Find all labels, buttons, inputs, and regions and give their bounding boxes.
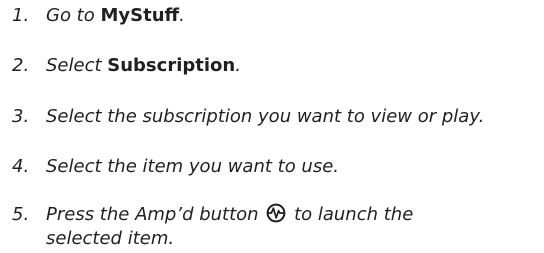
step-number: 4.: [12, 156, 30, 177]
step-number: 5.: [12, 204, 30, 225]
step-suffix: .: [179, 5, 185, 26]
menu-name-mystuff: MyStuff: [100, 5, 180, 26]
step-prefix: Select: [46, 55, 108, 76]
step-suffix: to launch the: [294, 204, 414, 225]
step-text: Go to MyStuff.: [46, 4, 185, 28]
step-text: Select the subscription you want to view…: [46, 106, 485, 127]
step-number: 3.: [12, 106, 30, 127]
step-continuation: selected item.: [46, 228, 175, 249]
step-suffix: .: [235, 55, 241, 76]
step-number: 2.: [12, 55, 30, 76]
step-text: Select Subscription.: [46, 54, 241, 78]
ampd-button-icon: [266, 203, 286, 223]
step-text: Select the item you want to use.: [46, 156, 340, 177]
menu-name-subscription: Subscription: [107, 55, 236, 76]
step-prefix: Press the Amp’d button: [46, 204, 259, 225]
step-number: 1.: [12, 5, 30, 26]
step-text: Press the Amp’d button to launch the sel…: [46, 203, 413, 251]
step-prefix: Go to: [46, 5, 101, 26]
